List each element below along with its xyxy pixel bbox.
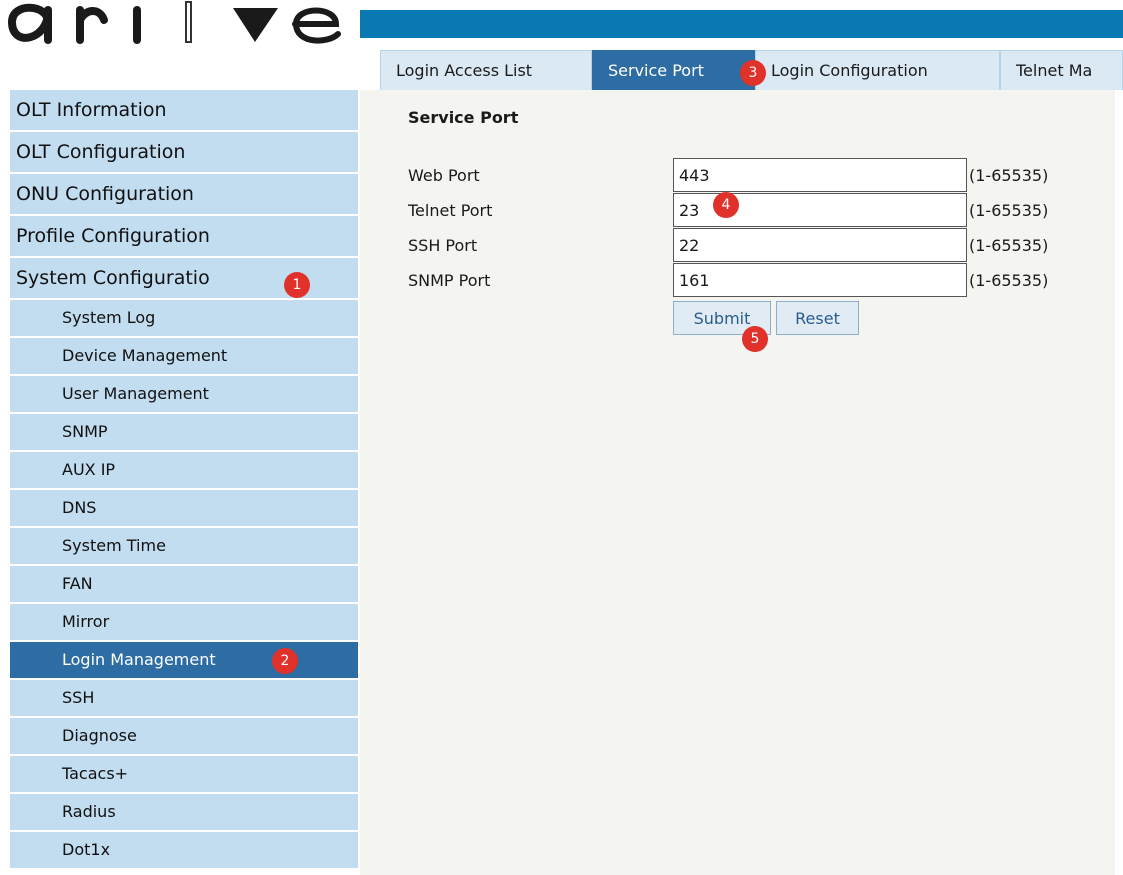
sidebar-subitem-login-management[interactable]: Login Management: [10, 642, 358, 680]
sidebar-subitem-system-log[interactable]: System Log: [10, 300, 358, 338]
marker-5: 5: [742, 326, 768, 352]
telnet-port-range: (1-65535): [969, 200, 1049, 220]
snmp-port-row: SNMP Port (1-65535): [408, 263, 1048, 297]
sidebar-subitem-mirror[interactable]: Mirror: [10, 604, 358, 642]
header-bar: [360, 10, 1123, 38]
ssh-port-range: (1-65535): [969, 235, 1049, 255]
sidebar-subitem-snmp[interactable]: SNMP: [10, 414, 358, 452]
ssh-port-input[interactable]: [673, 228, 967, 262]
tab-telnet-management[interactable]: Telnet Ma: [1000, 50, 1123, 90]
sidebar-item-olt-information[interactable]: OLT Information: [10, 90, 358, 132]
reset-button[interactable]: Reset: [776, 301, 859, 335]
sidebar-subitem-aux-ip[interactable]: AUX IP: [10, 452, 358, 490]
tab-login-configuration[interactable]: Login Configuration: [755, 50, 1000, 90]
sidebar-subitem-ssh[interactable]: SSH: [10, 680, 358, 718]
sidebar-item-olt-configuration[interactable]: OLT Configuration: [10, 132, 358, 174]
snmp-port-label: SNMP Port: [408, 270, 491, 290]
marker-4: 4: [713, 192, 739, 218]
sidebar-subitem-fan[interactable]: FAN: [10, 566, 358, 604]
web-port-row: Web Port (1-65535): [408, 158, 1048, 192]
sidebar-subitem-tacacs[interactable]: Tacacs+: [10, 756, 358, 794]
marker-3: 3: [740, 60, 766, 86]
tab-service-port[interactable]: Service Port: [592, 50, 755, 90]
sidebar-subitem-system-time[interactable]: System Time: [10, 528, 358, 566]
web-port-range: (1-65535): [969, 165, 1049, 185]
sidebar-subitem-radius[interactable]: Radius: [10, 794, 358, 832]
sidebar-item-profile-configuration[interactable]: Profile Configuration: [10, 216, 358, 258]
web-port-input[interactable]: [673, 158, 967, 192]
tab-login-access-list[interactable]: Login Access List: [380, 50, 592, 90]
marker-1: 1: [284, 272, 310, 298]
web-port-label: Web Port: [408, 165, 480, 185]
sidebar-subitem-diagnose[interactable]: Diagnose: [10, 718, 358, 756]
brand-logo: [0, 0, 360, 55]
ssh-port-label: SSH Port: [408, 235, 478, 255]
snmp-port-input[interactable]: [673, 263, 967, 297]
sidebar: OLT Information OLT Configuration ONU Co…: [10, 90, 358, 870]
sidebar-subitem-user-management[interactable]: User Management: [10, 376, 358, 414]
sidebar-subitem-dns[interactable]: DNS: [10, 490, 358, 528]
page-title: Service Port: [408, 108, 519, 127]
snmp-port-range: (1-65535): [969, 270, 1049, 290]
telnet-port-label: Telnet Port: [408, 200, 493, 220]
ssh-port-row: SSH Port (1-65535): [408, 228, 1048, 262]
sidebar-subitem-device-management[interactable]: Device Management: [10, 338, 358, 376]
sidebar-item-onu-configuration[interactable]: ONU Configuration: [10, 174, 358, 216]
sidebar-subitem-dot1x[interactable]: Dot1x: [10, 832, 358, 870]
marker-2: 2: [272, 648, 298, 674]
